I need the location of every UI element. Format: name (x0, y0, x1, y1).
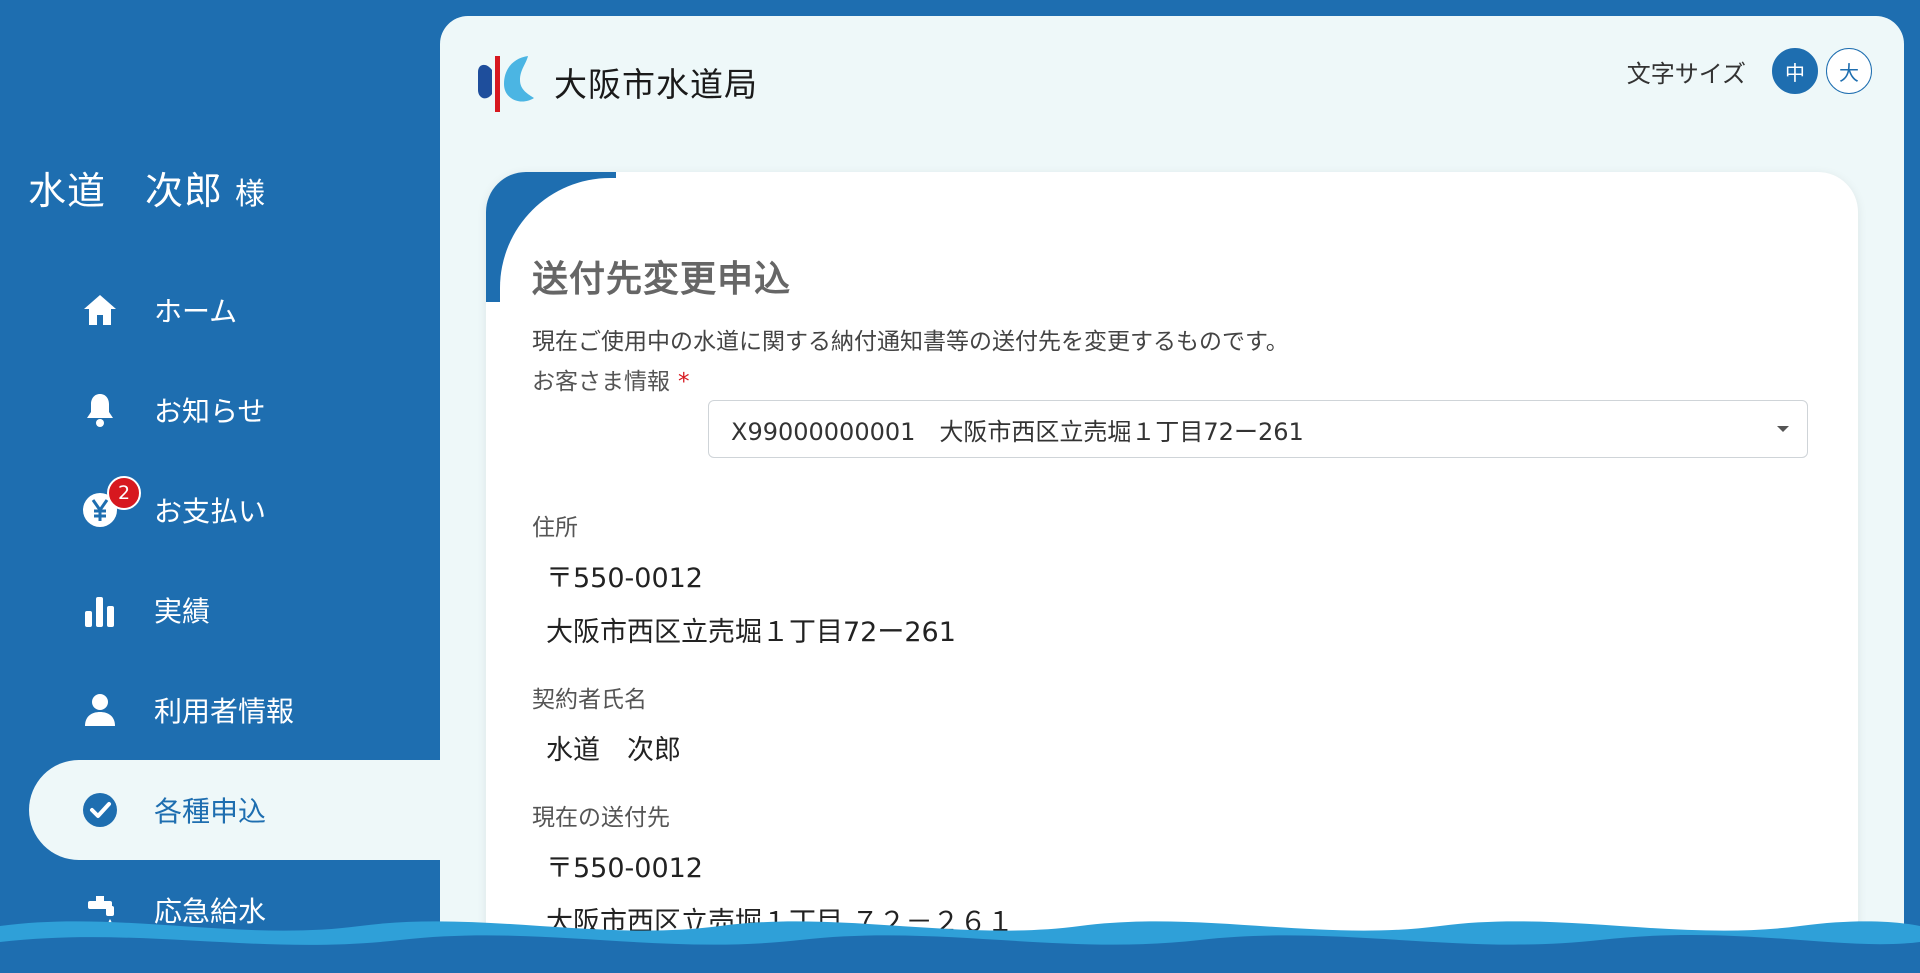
person-icon (80, 690, 120, 730)
bar-chart-icon (80, 590, 120, 630)
address-label: 住所 (532, 515, 578, 541)
sidebar-item-applications[interactable]: 各種申込 (29, 760, 440, 860)
user-name-text: 水道 次郎 (28, 169, 224, 213)
required-mark: * (678, 369, 690, 395)
payments-count-badge: 2 (107, 476, 141, 510)
sidebar-item-label: 利用者情報 (154, 695, 295, 728)
font-size-control: 文字サイズ 中 大 (1627, 48, 1872, 94)
font-size-large-button[interactable]: 大 (1826, 48, 1872, 94)
brand-logo[interactable]: 大阪市水道局 (474, 50, 758, 114)
address-postal-code: 〒550-0012 (546, 563, 703, 594)
font-size-label: 文字サイズ (1626, 59, 1746, 88)
main-panel: 大阪市水道局 文字サイズ 中 大 送付先変更申込 現在ご使用中の水道に関する納付… (440, 16, 1904, 973)
sidebar-item-notices[interactable]: お知らせ (0, 360, 440, 460)
sidebar-item-label: お知らせ (154, 395, 266, 428)
osaka-waterworks-logo-icon (478, 56, 534, 112)
form-description: 現在ご使用中の水道に関する納付通知書等の送付先を変更するものです。 (532, 329, 1289, 355)
user-honorific: 様 (235, 177, 267, 212)
sidebar-item-user-info[interactable]: 利用者情報 (0, 660, 440, 760)
customer-select-value: X99000000001 大阪市西区立売堀１丁目72ー261 (731, 417, 1304, 446)
sidebar-item-label: お支払い (154, 495, 267, 528)
page: 水道 次郎様 ホーム お知らせ 2 お支払い 実績 利用者情報 各種申込 応急給… (0, 0, 1920, 973)
current-destination-label: 現在の送付先 (532, 805, 670, 831)
home-icon (80, 290, 120, 330)
customer-info-label-text: お客さま情報 (532, 369, 670, 395)
water-waves-decoration (0, 921, 1920, 973)
customer-select[interactable]: X99000000001 大阪市西区立売堀１丁目72ー261 (708, 400, 1808, 458)
check-circle-icon (80, 790, 120, 830)
customer-info-label: お客さま情報 * (532, 362, 690, 396)
sidebar-nav: ホーム お知らせ 2 お支払い 実績 利用者情報 各種申込 応急給水 (0, 260, 440, 960)
sidebar-item-label: 各種申込 (154, 795, 267, 828)
sidebar-item-label: ホーム (154, 295, 238, 328)
sidebar-item-home[interactable]: ホーム (0, 260, 440, 360)
brand-name: 大阪市水道局 (554, 65, 758, 104)
contract-holder-name: 水道 次郎 (546, 735, 681, 766)
address-line: 大阪市西区立売堀１丁目72ー261 (546, 617, 956, 648)
user-name: 水道 次郎様 (28, 160, 266, 215)
current-destination-postal-code: 〒550-0012 (546, 853, 703, 884)
sidebar-item-payments[interactable]: 2 お支払い (0, 460, 440, 560)
page-title: 送付先変更申込 (532, 259, 792, 300)
dropdown-caret-icon (1777, 426, 1789, 432)
contract-holder-label: 契約者氏名 (532, 687, 647, 713)
sidebar-item-label: 実績 (154, 595, 211, 628)
sidebar: 水道 次郎様 ホーム お知らせ 2 お支払い 実績 利用者情報 各種申込 応急給… (0, 0, 440, 973)
sidebar-item-history[interactable]: 実績 (0, 560, 440, 660)
font-size-medium-button[interactable]: 中 (1772, 48, 1818, 94)
bell-icon (80, 390, 120, 430)
application-form-card: 送付先変更申込 現在ご使用中の水道に関する納付通知書等の送付先を変更するものです… (486, 172, 1858, 973)
